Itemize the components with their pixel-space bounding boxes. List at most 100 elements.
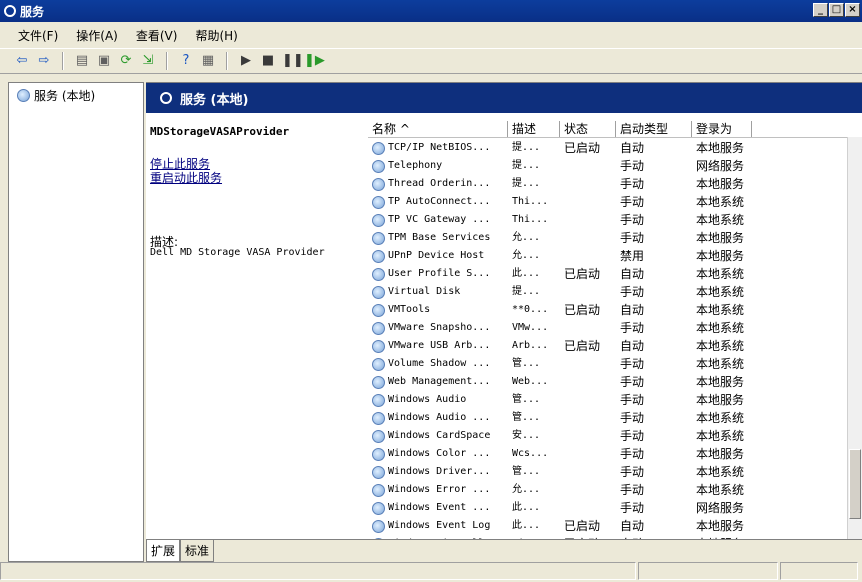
forward-icon[interactable]: ⇨	[36, 53, 52, 69]
column-startup-type[interactable]: 启动类型	[616, 121, 692, 137]
show-hide-tree-icon[interactable]: ▤	[74, 53, 90, 69]
service-name: TP AutoConnect...	[388, 196, 491, 207]
service-name-cell: TP AutoConnect...	[372, 193, 504, 211]
service-logon-as: 本地系统	[696, 195, 745, 209]
menu-file[interactable]: 文件(F)	[18, 27, 58, 44]
services-app-icon	[4, 5, 16, 17]
service-name: User Profile S...	[388, 268, 491, 279]
service-status: 已启动	[564, 303, 601, 317]
service-startup-type: 手动	[620, 159, 645, 173]
service-description: 此...	[512, 268, 541, 279]
stop-icon[interactable]: ■	[260, 53, 276, 69]
service-name: Virtual Disk	[388, 286, 461, 297]
maximize-button[interactable]: □	[829, 3, 844, 17]
vertical-scrollbar[interactable]	[847, 137, 862, 539]
service-row[interactable]: UPnP Device Host 允... 禁用 本地服务	[368, 247, 848, 265]
service-description: Wcs...	[512, 448, 549, 459]
service-description: VMw...	[512, 322, 549, 333]
service-name-cell: Thread Orderin...	[372, 175, 504, 193]
status-bar	[0, 562, 862, 582]
service-row[interactable]: Virtual Disk 提... 手动 本地系统	[368, 283, 848, 301]
service-logon-as: 本地服务	[696, 177, 745, 191]
service-name: Windows Color ...	[388, 448, 491, 459]
service-startup-type: 手动	[620, 447, 645, 461]
service-name-cell: User Profile S...	[372, 265, 504, 283]
service-icon	[372, 213, 385, 227]
service-row[interactable]: Windows Event ... 此... 手动 网络服务	[368, 499, 848, 517]
service-icon	[372, 465, 385, 479]
service-name-cell: VMware USB Arb...	[372, 337, 504, 355]
service-description: 允...	[512, 250, 541, 261]
play-icon[interactable]: ▶	[238, 53, 254, 69]
tree-item-services-local[interactable]: 服务 (本地)	[17, 87, 95, 104]
service-row[interactable]: Windows Event Log 此... 已启动 自动 本地服务	[368, 517, 848, 535]
back-icon[interactable]: ⇦	[14, 53, 30, 69]
tab-extended[interactable]: 扩展	[146, 540, 181, 562]
service-row[interactable]: Windows Audio ... 管... 手动 本地系统	[368, 409, 848, 427]
pane-title: 服务 (本地)	[180, 92, 249, 108]
service-name: TP VC Gateway ...	[388, 214, 491, 225]
service-logon-as: 本地服务	[696, 393, 745, 407]
service-logon-as: 本地系统	[696, 429, 745, 443]
console-tree: 服务 (本地)	[8, 82, 144, 562]
toolbar-separator	[166, 52, 168, 70]
service-name-cell: TCP/IP NetBIOS...	[372, 139, 504, 157]
restart-service-link[interactable]: 重启动此服务	[150, 169, 222, 186]
service-description: Thi...	[512, 196, 549, 207]
service-name: Volume Shadow ...	[388, 358, 491, 369]
service-name: Windows Driver...	[388, 466, 491, 477]
column-description[interactable]: 描述	[508, 121, 560, 137]
service-row[interactable]: Thread Orderin... 提... 手动 本地服务	[368, 175, 848, 193]
service-startup-type: 自动	[620, 303, 645, 317]
service-row[interactable]: Volume Shadow ... 管... 手动 本地系统	[368, 355, 848, 373]
service-row[interactable]: Windows Audio 管... 手动 本地服务	[368, 391, 848, 409]
tab-standard[interactable]: 标准	[180, 540, 215, 562]
service-logon-as: 本地系统	[696, 321, 745, 335]
service-name-cell: Windows Driver...	[372, 463, 504, 481]
service-icon	[372, 177, 385, 191]
service-row[interactable]: Telephony 提... 手动 网络服务	[368, 157, 848, 175]
resume-icon[interactable]: ❚▶	[304, 53, 325, 69]
refresh-icon[interactable]: ⟳	[118, 53, 134, 69]
service-name: Windows Audio	[388, 394, 467, 405]
pause-icon[interactable]: ❚❚	[282, 53, 304, 69]
service-row[interactable]: User Profile S... 此... 已启动 自动 本地系统	[368, 265, 848, 283]
service-startup-type: 手动	[620, 195, 645, 209]
service-icon	[372, 375, 385, 389]
export-icon[interactable]: ⇲	[140, 53, 156, 69]
service-row[interactable]: Windows CardSpace 安... 手动 本地系统	[368, 427, 848, 445]
service-row[interactable]: TPM Base Services 允... 手动 本地服务	[368, 229, 848, 247]
menu-action[interactable]: 操作(A)	[76, 27, 118, 44]
services-list: 名称 ^ 描述 状态 启动类型 登录为 TCP/IP NetBIOS... 提..…	[368, 113, 862, 539]
service-row[interactable]: VMware USB Arb... Arb... 已启动 自动 本地系统	[368, 337, 848, 355]
service-description: Arb...	[512, 340, 549, 351]
service-startup-type: 禁用	[620, 249, 645, 263]
column-status[interactable]: 状态	[560, 121, 616, 137]
minimize-button[interactable]: _	[813, 3, 828, 17]
service-name: TCP/IP NetBIOS...	[388, 142, 491, 153]
service-icon	[372, 285, 385, 299]
column-name[interactable]: 名称 ^	[368, 121, 508, 137]
service-description: 此...	[512, 520, 541, 531]
scrollbar-thumb[interactable]	[849, 449, 861, 519]
service-row[interactable]: VMTools **0... 已启动 自动 本地系统	[368, 301, 848, 319]
service-startup-type: 手动	[620, 375, 645, 389]
service-row[interactable]: Web Management... Web... 手动 本地服务	[368, 373, 848, 391]
service-row[interactable]: TCP/IP NetBIOS... 提... 已启动 自动 本地服务	[368, 139, 848, 157]
menu-view[interactable]: 查看(V)	[136, 27, 178, 44]
menu-help[interactable]: 帮助(H)	[195, 27, 237, 44]
service-row[interactable]: Windows Color ... Wcs... 手动 本地服务	[368, 445, 848, 463]
service-row[interactable]: Windows Error ... 允... 手动 本地系统	[368, 481, 848, 499]
help-icon[interactable]: ?	[178, 53, 194, 69]
column-logon-as[interactable]: 登录为	[692, 121, 752, 137]
service-logon-as: 网络服务	[696, 159, 745, 173]
close-button[interactable]: ×	[845, 3, 860, 17]
service-row[interactable]: TP AutoConnect... Thi... 手动 本地系统	[368, 193, 848, 211]
service-row[interactable]: VMware Snapsho... VMw... 手动 本地系统	[368, 319, 848, 337]
service-icon	[372, 249, 385, 263]
service-logon-as: 本地系统	[696, 213, 745, 227]
service-row[interactable]: TP VC Gateway ... Thi... 手动 本地系统	[368, 211, 848, 229]
up-icon[interactable]: ▣	[96, 53, 112, 69]
service-row[interactable]: Windows Driver... 管... 手动 本地系统	[368, 463, 848, 481]
properties-icon[interactable]: ▦	[200, 53, 216, 69]
